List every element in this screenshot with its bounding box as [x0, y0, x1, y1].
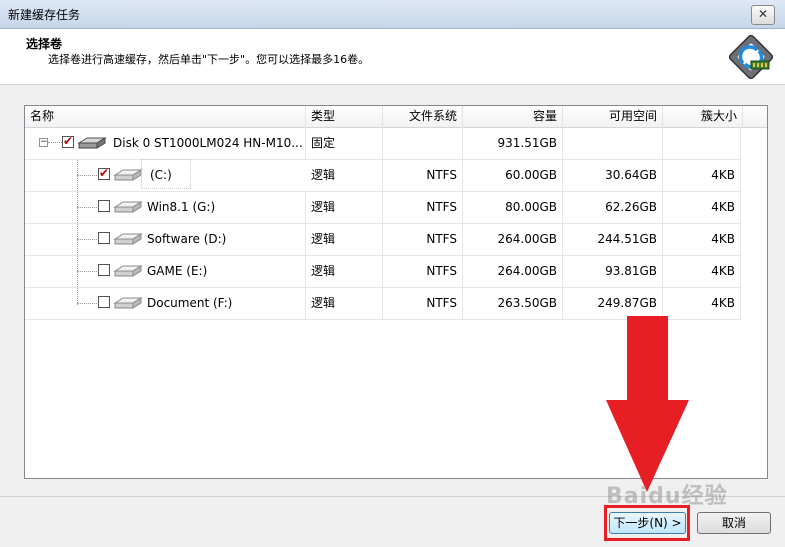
- disk-cluster-size: [663, 127, 741, 159]
- volume-capacity: 264.00GB: [463, 223, 563, 255]
- volume-filesystem: NTFS: [383, 191, 463, 223]
- disk-free-space: [563, 127, 663, 159]
- volume-checkbox[interactable]: [98, 232, 110, 244]
- column-header-name[interactable]: 名称: [25, 106, 306, 127]
- list-header: 名称 类型 文件系统 容量 可用空间 簇大小: [25, 106, 767, 128]
- volume-cluster-size: 4KB: [663, 223, 741, 255]
- volume-filesystem: NTFS: [383, 287, 463, 319]
- volume-cluster-size: 4KB: [663, 255, 741, 287]
- volume-drive-icon: [113, 201, 143, 213]
- disk-filesystem: [383, 127, 463, 159]
- volume-row[interactable]: GAME (E:) 逻辑 NTFS 264.00GB 93.81GB 4KB: [25, 255, 741, 288]
- volume-checkbox[interactable]: [98, 264, 110, 276]
- volume-row[interactable]: (C:) 逻辑NTFS60.00GB30.64GB4KB: [25, 159, 741, 192]
- column-header-type[interactable]: 类型: [306, 106, 383, 127]
- volume-free-space: 244.51GB: [563, 223, 663, 255]
- volume-drive-icon: [113, 297, 143, 309]
- disk-row[interactable]: − Disk 0 ST1000LM024 HN-M10... 固定 931.51…: [25, 127, 741, 160]
- volume-name: (C:): [141, 159, 191, 189]
- volume-drive-icon: [113, 169, 143, 181]
- cancel-button[interactable]: 取消: [697, 512, 771, 534]
- tree-line: [48, 142, 62, 143]
- column-header-capacity[interactable]: 容量: [463, 106, 563, 127]
- volume-filesystem: NTFS: [383, 223, 463, 255]
- title-bar: 新建缓存任务 ✕: [0, 0, 785, 29]
- column-header-cluster-size[interactable]: 簇大小: [663, 106, 743, 127]
- volume-free-space: 62.26GB: [563, 191, 663, 223]
- volume-type: 逻辑: [306, 223, 383, 255]
- volume-cluster-size: 4KB: [663, 159, 741, 191]
- volume-checkbox[interactable]: [98, 166, 110, 180]
- volume-capacity: 264.00GB: [463, 255, 563, 287]
- volume-free-space: 30.64GB: [563, 159, 663, 191]
- page-title: 选择卷: [26, 37, 63, 51]
- volume-free-space: 93.81GB: [563, 255, 663, 287]
- volume-cluster-size: 4KB: [663, 191, 741, 223]
- volume-filesystem: NTFS: [383, 159, 463, 191]
- hard-disk-icon: [77, 137, 107, 149]
- volume-capacity: 80.00GB: [463, 191, 563, 223]
- volume-type: 逻辑: [306, 191, 383, 223]
- window-title: 新建缓存任务: [8, 8, 81, 22]
- volume-row[interactable]: Software (D:) 逻辑 NTFS 264.00GB 244.51GB 4KB: [25, 223, 741, 256]
- volume-free-space: 249.87GB: [563, 287, 663, 319]
- annotation-highlight-box: [604, 505, 690, 541]
- collapse-expander[interactable]: −: [39, 138, 48, 147]
- volume-capacity: 60.00GB: [463, 159, 563, 191]
- volume-name: Software (D:): [143, 223, 306, 255]
- volume-name: Document (F:): [143, 287, 306, 319]
- disk-name: Disk 0 ST1000LM024 HN-M10...: [107, 127, 306, 159]
- volume-name: GAME (E:): [143, 255, 306, 287]
- volume-type: 逻辑: [306, 159, 383, 191]
- volume-capacity: 263.50GB: [463, 287, 563, 319]
- disk-checkbox[interactable]: [62, 134, 74, 148]
- volume-type: 逻辑: [306, 287, 383, 319]
- volume-drive-icon: [113, 265, 143, 277]
- volume-name: Win8.1 (G:): [143, 191, 306, 223]
- volume-checkbox[interactable]: [98, 200, 110, 212]
- disk-capacity: 931.51GB: [463, 127, 563, 159]
- volume-checkbox[interactable]: [98, 296, 110, 308]
- column-header-filesystem[interactable]: 文件系统: [383, 106, 463, 127]
- annotation-arrow: [606, 316, 689, 492]
- volume-row[interactable]: Win8.1 (G:) 逻辑 NTFS 80.00GB 62.26GB 4KB: [25, 191, 741, 224]
- volume-filesystem: NTFS: [383, 255, 463, 287]
- volume-cluster-size: 4KB: [663, 287, 741, 319]
- watermark: Baidu经验: [606, 484, 728, 509]
- close-button[interactable]: ✕: [751, 5, 775, 25]
- primocache-logo-icon: [728, 34, 774, 80]
- volume-type: 逻辑: [306, 255, 383, 287]
- page-subtitle: 选择卷进行高速缓存，然后单击"下一步"。您可以选择最多16卷。: [48, 53, 370, 66]
- column-header-free-space[interactable]: 可用空间: [563, 106, 663, 127]
- disk-type: 固定: [306, 127, 383, 159]
- wizard-header: 选择卷 选择卷进行高速缓存，然后单击"下一步"。您可以选择最多16卷。: [0, 29, 785, 85]
- volume-drive-icon: [113, 233, 143, 245]
